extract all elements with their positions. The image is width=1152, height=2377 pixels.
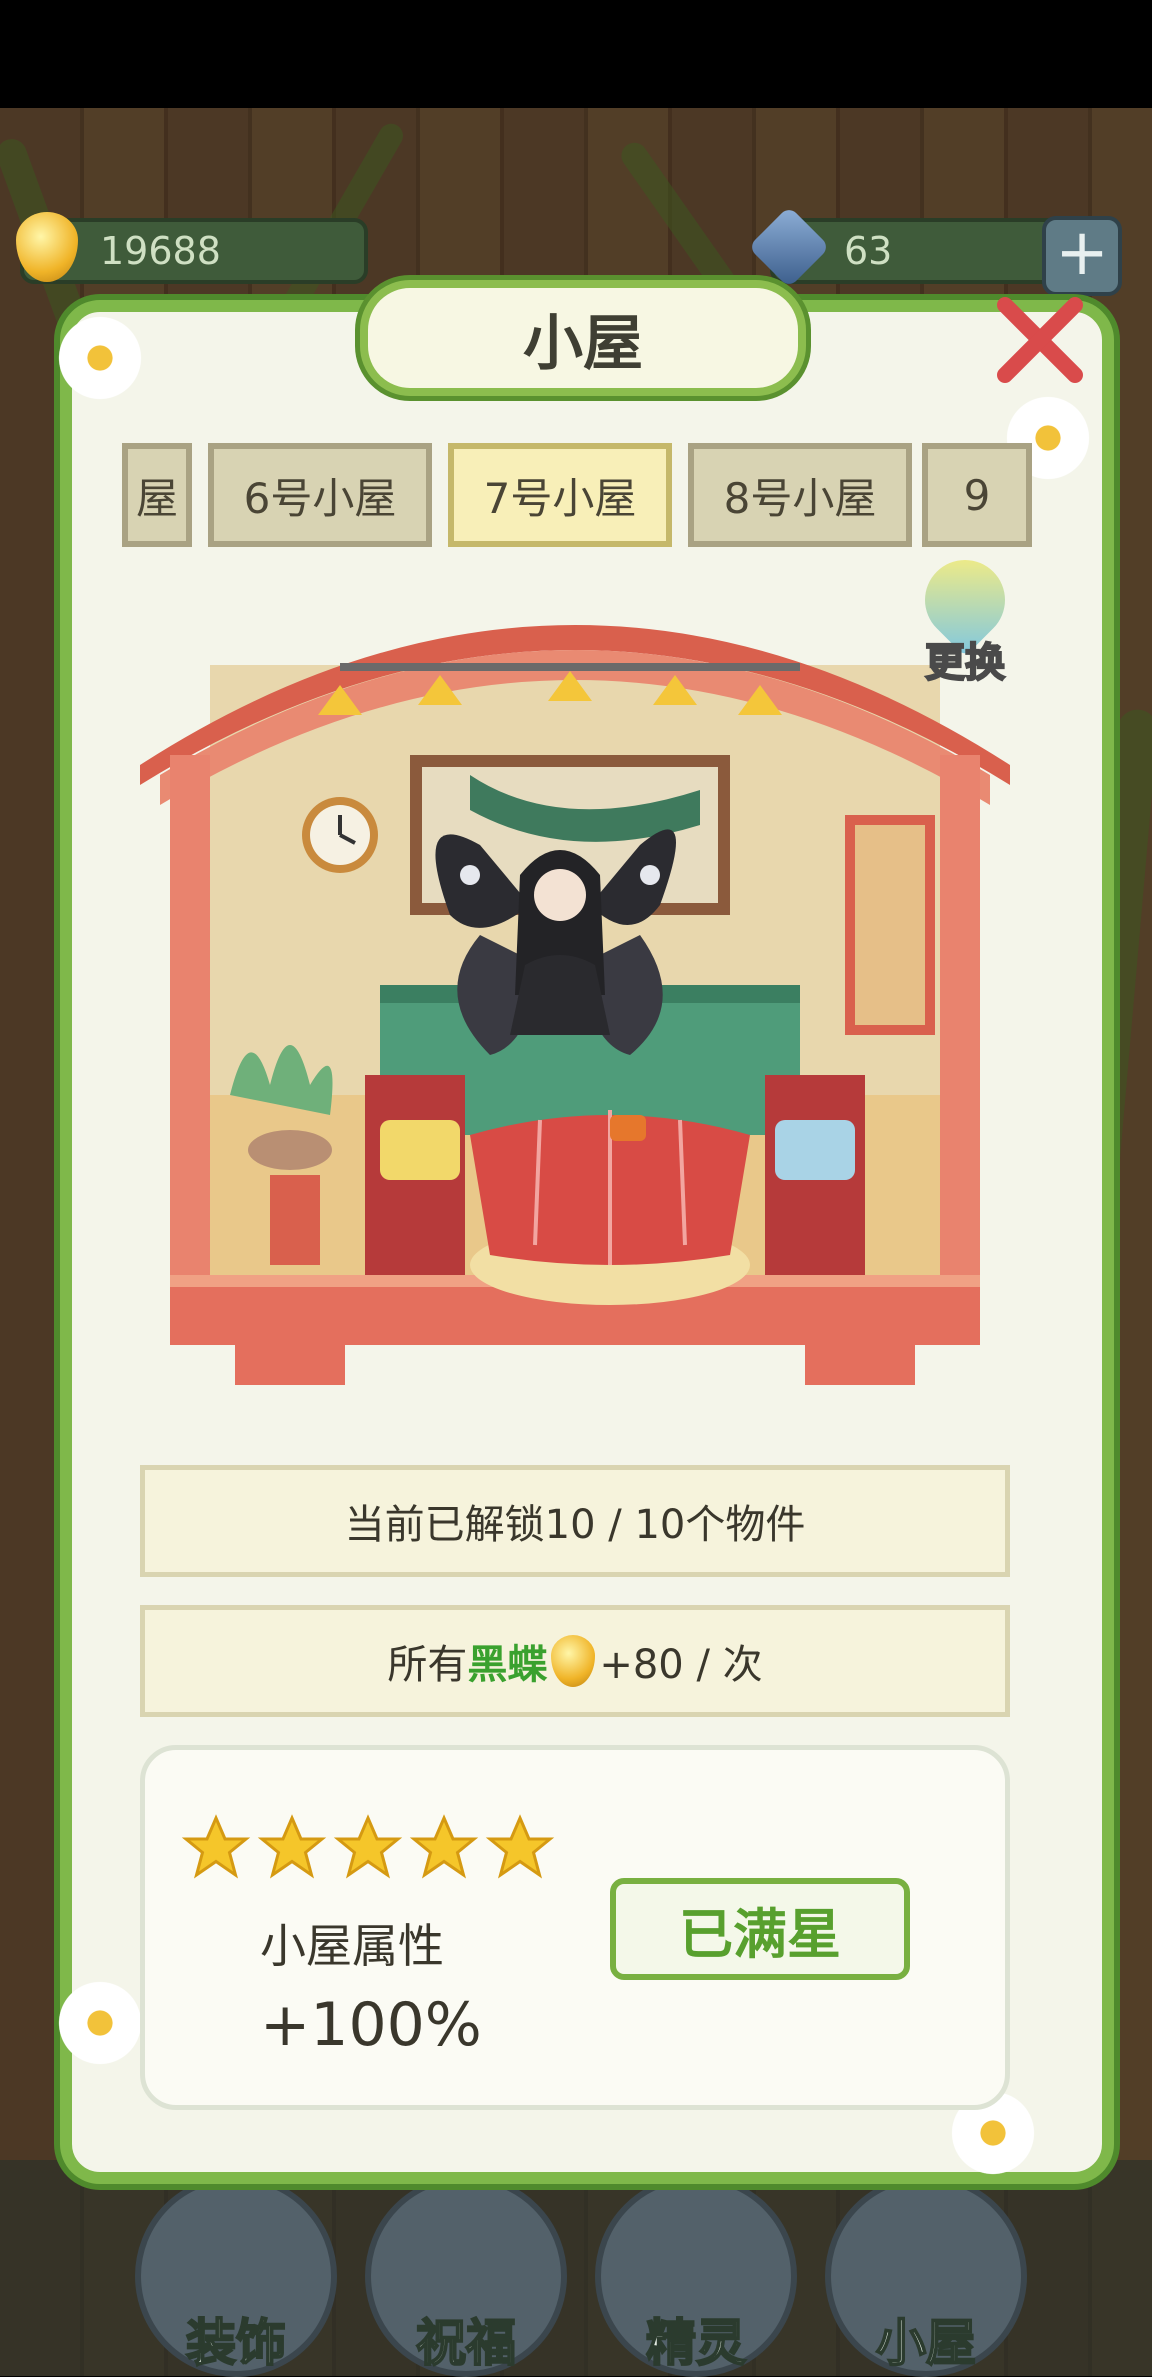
nav-blessing-label: 祝福 [415, 2313, 517, 2373]
bonus-bar: 所有 黑蝶 +80 / 次 [140, 1605, 1010, 1717]
nav-cabin-label: 小屋 [875, 2313, 977, 2373]
change-button[interactable]: 更换 [900, 543, 1030, 690]
tab-cabin-7[interactable]: 7号小屋 [448, 443, 672, 547]
star-icon [409, 1814, 479, 1879]
star-icon [181, 1814, 251, 1879]
tab-label: 6号小屋 [243, 473, 397, 523]
dialog-title: 小屋 [523, 308, 643, 379]
star-rating [180, 1812, 556, 1884]
nav-sprite[interactable]: 精灵 [595, 2175, 797, 2377]
nav-decorate-label: 装饰 [185, 2313, 287, 2373]
max-star-label: 已满星 [679, 1902, 841, 1966]
gold-amount: 19688 [100, 229, 221, 273]
unlock-progress-text: 当前已解锁10 / 10个物件 [344, 1502, 806, 1548]
tab-cabin-8[interactable]: 8号小屋 [688, 443, 912, 547]
dialog-title-plate: 小屋 [360, 280, 806, 396]
daisy-icon [52, 310, 148, 406]
bonus-prefix: 所有 [387, 1642, 468, 1688]
gem-amount: 63 [844, 229, 893, 273]
attribute-value: +100% [260, 1990, 482, 2060]
bonus-highlight: 黑蝶 [467, 1642, 548, 1688]
gem-counter: 63 [747, 205, 1078, 289]
tab-cabin-6[interactable]: 6号小屋 [208, 443, 432, 547]
daisy-icon [52, 1975, 148, 2071]
tab-label: 7号小屋 [483, 473, 637, 523]
tab-cabin-9[interactable]: 9 [922, 443, 1032, 547]
gold-drop-icon [16, 212, 78, 282]
nav-blessing[interactable]: 祝福 [365, 2175, 567, 2377]
status-bar [0, 0, 1152, 108]
max-star-button[interactable]: 已满星 [610, 1878, 910, 1980]
unlock-progress-bar: 当前已解锁10 / 10个物件 [140, 1465, 1010, 1577]
star-icon [485, 1814, 555, 1879]
nav-decorate[interactable]: 装饰 [135, 2175, 337, 2377]
tab-label: 9 [963, 470, 991, 520]
star-icon [257, 1814, 327, 1879]
nav-sprite-label: 精灵 [645, 2313, 747, 2373]
add-gems-button[interactable]: + [1042, 216, 1122, 296]
star-icon [333, 1814, 403, 1879]
close-icon[interactable] [990, 290, 1090, 390]
gold-drop-icon [551, 1635, 596, 1687]
tab-label: 8号小屋 [723, 473, 877, 523]
attribute-label: 小屋属性 [260, 1919, 444, 1973]
bonus-suffix: +80 / 次 [599, 1642, 763, 1688]
tab-cabin-5[interactable]: 屋 [122, 443, 192, 547]
change-label: 更换 [924, 639, 1006, 687]
tab-label: 屋 [135, 473, 178, 523]
gold-counter: 19688 [16, 212, 368, 284]
nav-cabin[interactable]: 小屋 [825, 2175, 1027, 2377]
cabin-room-illustration [140, 625, 1010, 1385]
